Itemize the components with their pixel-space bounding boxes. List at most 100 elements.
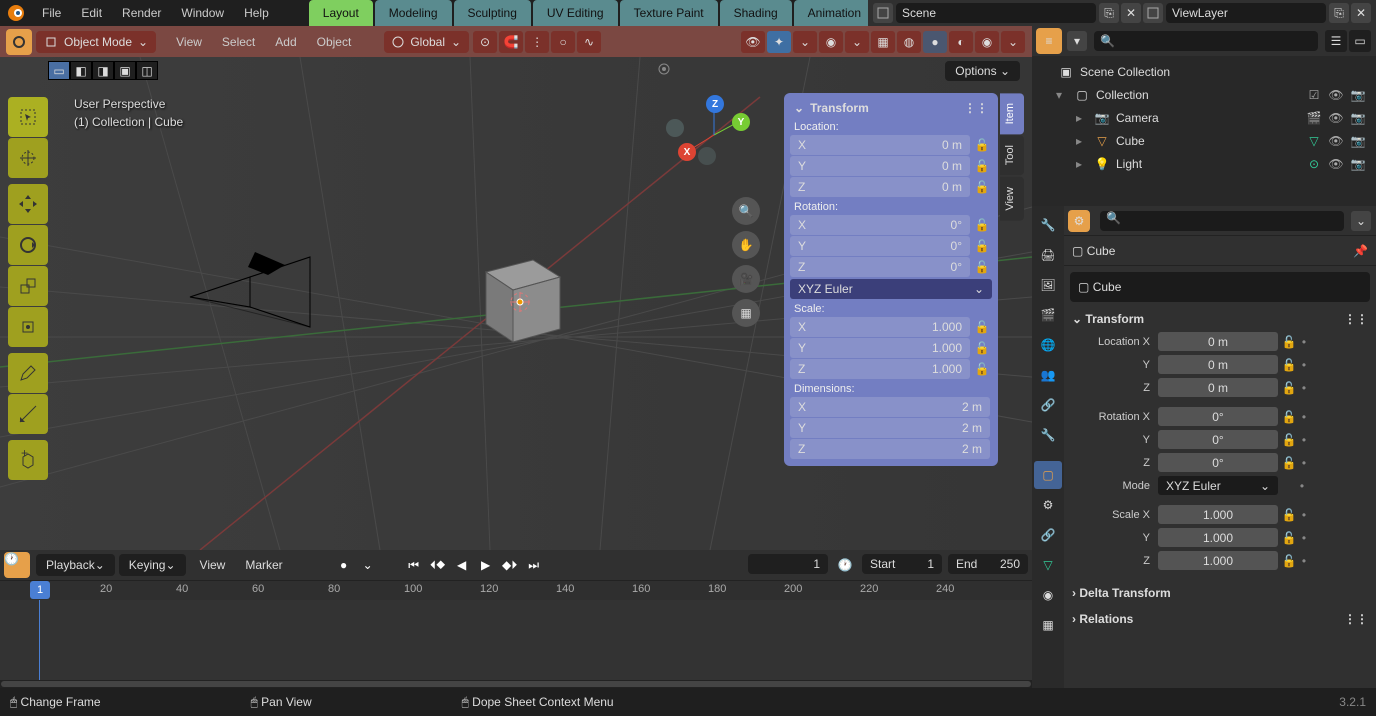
transform-section-header[interactable]: ⌄ Transform ⋮⋮ xyxy=(1072,308,1368,330)
autokey-menu-icon[interactable]: ⌄ xyxy=(357,554,379,576)
tab-shading[interactable]: Shading xyxy=(720,0,792,26)
object-name-field[interactable]: ▢ Cube xyxy=(1070,272,1370,302)
cube-object[interactable] xyxy=(468,242,578,352)
eye-icon[interactable]: 👁 xyxy=(1326,111,1346,125)
rotation-x-field[interactable]: X0° xyxy=(790,215,970,235)
overlay-toggle-icon[interactable]: ◉ xyxy=(819,31,843,53)
scene-name-field[interactable]: Scene xyxy=(896,3,1096,23)
n-panel-header[interactable]: ⌄ Transform ⋮⋮ xyxy=(790,99,992,117)
timeline-ruler[interactable]: 1 20 40 60 80 100 120 140 160 180 200 22… xyxy=(0,580,1032,600)
lock-icon[interactable]: 🔓 xyxy=(972,135,992,155)
shading-material-icon[interactable]: ◐ xyxy=(949,31,973,53)
current-frame-field[interactable]: 1 xyxy=(748,554,828,574)
lock-icon[interactable]: 🔓 xyxy=(972,317,992,337)
breadcrumb-label[interactable]: Cube xyxy=(1087,244,1116,258)
orientation-selector[interactable]: Global ⌄ xyxy=(384,31,469,53)
lock-icon[interactable]: 🔓 xyxy=(1280,358,1298,372)
lock-icon[interactable]: 🔓 xyxy=(1280,433,1298,447)
scale-x-field[interactable]: X1.000 xyxy=(790,317,970,337)
options-dropdown[interactable]: Options ⌄ xyxy=(945,61,1020,81)
ntab-item[interactable]: Item xyxy=(1000,93,1024,134)
editor-type-icon[interactable]: 🕐 xyxy=(4,552,30,578)
dim-z-field[interactable]: Z2 m xyxy=(790,439,990,459)
tab-uvediting[interactable]: UV Editing xyxy=(533,0,618,26)
tool-add-cube[interactable]: + xyxy=(8,440,48,480)
keyframe-dot[interactable]: • xyxy=(1298,358,1310,372)
location-x-field[interactable]: X0 m xyxy=(790,135,970,155)
axis-z[interactable]: Z xyxy=(706,95,724,113)
lock-icon[interactable]: 🔓 xyxy=(1280,508,1298,522)
xray-icon[interactable]: ▦ xyxy=(871,31,895,53)
lock-icon[interactable]: 🔓 xyxy=(972,257,992,277)
snap-target-icon[interactable]: ⋮ xyxy=(525,31,549,53)
rotation-z-field[interactable]: Z0° xyxy=(790,257,970,277)
tool-annotate[interactable] xyxy=(8,353,48,393)
timeline-marker-menu[interactable]: Marker xyxy=(235,558,292,572)
keyframe-dot[interactable]: • xyxy=(1298,531,1310,545)
menu-window[interactable]: Window xyxy=(171,6,234,20)
start-frame-field[interactable]: Start1 xyxy=(862,554,942,574)
ptab-object[interactable]: ▢ xyxy=(1034,461,1062,489)
ptab-physics[interactable]: ⚙ xyxy=(1034,491,1062,519)
menu-object[interactable]: Object xyxy=(307,35,362,49)
drag-icon[interactable]: ⋮⋮ xyxy=(1344,312,1368,326)
location-z-field[interactable]: Z0 m xyxy=(790,177,970,197)
lock-icon[interactable]: 🔓 xyxy=(1280,410,1298,424)
overlay-menu-icon[interactable]: ⌄ xyxy=(845,31,869,53)
keyframe-dot[interactable]: • xyxy=(1298,508,1310,522)
menu-render[interactable]: Render xyxy=(112,6,171,20)
perspective-toggle-icon[interactable]: ▦ xyxy=(732,299,760,327)
dim-x-field[interactable]: X2 m xyxy=(790,397,990,417)
tab-texturepaint[interactable]: Texture Paint xyxy=(620,0,718,26)
ptab-scene[interactable]: 🎬 xyxy=(1034,301,1062,329)
keyframe-dot[interactable]: • xyxy=(1298,335,1310,349)
shading-menu-icon[interactable]: ⌄ xyxy=(1001,31,1025,53)
playback-dropdown[interactable]: Playback ⌄ xyxy=(36,554,115,576)
new-collection-icon[interactable]: ▭ xyxy=(1349,30,1371,52)
camera-row[interactable]: ▸ 📷 Camera 🎬 👁📷 xyxy=(1032,106,1376,129)
gizmo-menu-icon[interactable]: ⌄ xyxy=(793,31,817,53)
render-icon[interactable]: 📷 xyxy=(1348,157,1368,171)
keyframe-dot[interactable]: • xyxy=(1298,410,1310,424)
viewlayer-delete-icon[interactable]: ✕ xyxy=(1351,3,1371,23)
tool-measure[interactable] xyxy=(8,394,48,434)
prop-rot-mode[interactable]: XYZ Euler⌄ xyxy=(1158,476,1278,495)
cube-row[interactable]: ▸ ▽ Cube ▽ 👁📷 xyxy=(1032,129,1376,152)
axis-y[interactable]: Y xyxy=(732,113,750,131)
prop-rot-z[interactable]: 0° xyxy=(1158,453,1278,472)
prop-scale-z[interactable]: 1.000 xyxy=(1158,551,1278,570)
drag-icon[interactable]: ⋮⋮ xyxy=(964,101,988,115)
scrollbar[interactable] xyxy=(1,681,1031,687)
select-mode-2[interactable]: ◧ xyxy=(70,61,92,80)
editor-type-icon[interactable]: ⚙ xyxy=(1068,210,1090,232)
shading-rendered-icon[interactable]: ◉ xyxy=(975,31,999,53)
scene-browse-icon[interactable] xyxy=(873,3,893,23)
editor-type-icon[interactable]: ≡ xyxy=(1036,28,1062,54)
lock-icon[interactable]: 🔓 xyxy=(972,236,992,256)
lock-icon[interactable]: 🔓 xyxy=(1280,456,1298,470)
shading-wireframe-icon[interactable]: ◍ xyxy=(897,31,921,53)
lock-icon[interactable]: 🔓 xyxy=(1280,381,1298,395)
checkbox-icon[interactable]: ☑ xyxy=(1304,88,1324,102)
dim-y-field[interactable]: Y2 m xyxy=(790,418,990,438)
scene-collection-row[interactable]: ▣ Scene Collection xyxy=(1032,60,1376,83)
menu-select[interactable]: Select xyxy=(212,35,265,49)
shading-solid-icon[interactable]: ● xyxy=(923,31,947,53)
prop-loc-x[interactable]: 0 m xyxy=(1158,332,1278,351)
eye-icon[interactable]: 👁 xyxy=(1326,134,1346,148)
collapse-icon[interactable]: ▾ xyxy=(1056,88,1070,102)
frame-cursor[interactable]: 1 xyxy=(30,581,50,599)
lock-icon[interactable]: 🔓 xyxy=(1280,554,1298,568)
viewlayer-new-icon[interactable]: ⎘ xyxy=(1329,3,1349,23)
menu-edit[interactable]: Edit xyxy=(71,6,112,20)
render-icon[interactable]: 📷 xyxy=(1348,88,1368,102)
keyframe-dot[interactable]: • xyxy=(1296,479,1308,493)
snap-icon[interactable]: 🧲 xyxy=(499,31,523,53)
ntab-view[interactable]: View xyxy=(1000,177,1024,221)
prop-rot-x[interactable]: 0° xyxy=(1158,407,1278,426)
tool-rotate[interactable] xyxy=(8,225,48,265)
keyframe-dot[interactable]: • xyxy=(1298,554,1310,568)
location-y-field[interactable]: Y0 m xyxy=(790,156,970,176)
pin-icon[interactable]: 📌 xyxy=(1353,244,1368,258)
lock-icon[interactable]: 🔓 xyxy=(972,359,992,379)
